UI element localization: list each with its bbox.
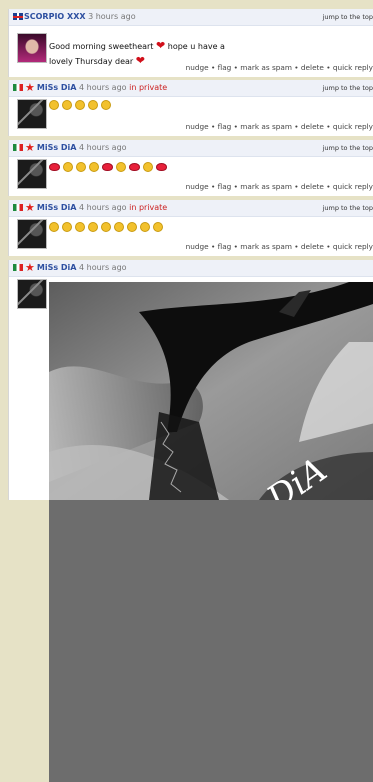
comment-post-3: ★ MiSs DiA 4 hours ago jump to the top nu… xyxy=(8,140,373,196)
message-part: Good morning sweetheart xyxy=(49,42,154,51)
comment-header: ★ MiSs DiA 4 hours ago in private jump to… xyxy=(9,200,373,217)
wink-emoji-icon xyxy=(116,162,126,172)
emoji-row xyxy=(49,100,114,111)
timestamp: 4 hours ago xyxy=(79,83,127,92)
wink-emoji-icon xyxy=(153,222,163,232)
comment-post-4: ★ MiSs DiA 4 hours ago in private jump to… xyxy=(8,200,373,256)
laughing-emoji-icon xyxy=(62,100,72,110)
laughing-emoji-icon xyxy=(88,222,98,232)
jump-to-top-link[interactable]: jump to the top xyxy=(323,84,373,92)
emoji-row xyxy=(49,162,170,173)
author-link[interactable]: MiSs DiA xyxy=(37,263,77,272)
heart-icon: ❤ xyxy=(156,39,166,52)
avatar[interactable] xyxy=(17,219,47,249)
star-icon: ★ xyxy=(25,141,35,154)
comment-post-1: SCORPIO XXX 3 hours ago jump to the top … xyxy=(8,9,373,77)
private-label: in private xyxy=(129,203,168,212)
author-link[interactable]: MiSs DiA xyxy=(37,83,77,92)
wink-emoji-icon xyxy=(89,162,99,172)
laughing-emoji-icon xyxy=(101,100,111,110)
private-label: in private xyxy=(129,83,168,92)
comment-meta: ★ MiSs DiA 4 hours ago in private xyxy=(13,201,168,214)
kiss-emoji-icon xyxy=(129,163,140,171)
wink-emoji-icon xyxy=(127,222,137,232)
laughing-emoji-icon xyxy=(49,222,59,232)
laughing-emoji-icon xyxy=(62,222,72,232)
star-icon: ★ xyxy=(25,261,35,274)
wink-emoji-icon xyxy=(140,222,150,232)
comment-post-2: ★ MiSs DiA 4 hours ago in private jump to… xyxy=(8,80,373,136)
mexico-flag-icon xyxy=(13,264,23,271)
comment-meta: ★ MiSs DiA 4 hours ago xyxy=(13,141,127,154)
comment-meta: ★ MiSs DiA 4 hours ago xyxy=(13,261,127,274)
timestamp: 4 hours ago xyxy=(79,143,127,152)
comment-meta: ★ MiSs DiA 4 hours ago in private xyxy=(13,81,168,94)
kiss-emoji-icon xyxy=(49,163,60,171)
heart-icon: ❤ xyxy=(135,54,145,67)
comment-header: ★ MiSs DiA 4 hours ago jump to the top xyxy=(9,140,373,157)
emoji-row xyxy=(49,222,166,233)
comment-meta: SCORPIO XXX 3 hours ago xyxy=(13,12,136,22)
comment-actions[interactable]: nudge • flag • mark as spam • delete • q… xyxy=(186,63,373,72)
star-icon: ★ xyxy=(25,201,35,214)
message-part: hope u have a xyxy=(167,42,225,51)
comment-header: ★ MiSs DiA 4 hours ago xyxy=(9,260,373,277)
wink-emoji-icon xyxy=(143,162,153,172)
avatar[interactable] xyxy=(17,33,47,63)
laughing-emoji-icon xyxy=(75,222,85,232)
comment-header: ★ MiSs DiA 4 hours ago in private jump to… xyxy=(9,80,373,97)
jump-to-top-link[interactable]: jump to the top xyxy=(323,204,373,212)
author-link[interactable]: SCORPIO XXX xyxy=(24,12,86,21)
wink-emoji-icon xyxy=(76,162,86,172)
laughing-emoji-icon xyxy=(88,100,98,110)
high-heel-photo: DiA xyxy=(49,282,373,519)
mexico-flag-icon xyxy=(13,144,23,151)
uk-flag-icon xyxy=(13,13,23,20)
author-link[interactable]: MiSs DiA xyxy=(37,143,77,152)
posted-image[interactable]: DiA xyxy=(49,282,373,782)
jump-to-top-link[interactable]: jump to the top xyxy=(323,144,373,152)
laughing-emoji-icon xyxy=(114,222,124,232)
jump-to-top-link[interactable]: jump to the top xyxy=(323,13,373,21)
mexico-flag-icon xyxy=(13,84,23,91)
timestamp: 3 hours ago xyxy=(88,12,136,21)
timestamp: 4 hours ago xyxy=(79,263,127,272)
comment-post-5: ★ MiSs DiA 4 hours ago DiA xyxy=(8,260,373,782)
laughing-emoji-icon xyxy=(75,100,85,110)
kiss-emoji-icon xyxy=(102,163,113,171)
laughing-emoji-icon xyxy=(49,100,59,110)
avatar[interactable] xyxy=(17,279,47,309)
star-icon: ★ xyxy=(25,81,35,94)
message-part: lovely Thursday dear xyxy=(49,57,134,66)
author-link[interactable]: MiSs DiA xyxy=(37,203,77,212)
wink-emoji-icon xyxy=(63,162,73,172)
mexico-flag-icon xyxy=(13,204,23,211)
comment-header: SCORPIO XXX 3 hours ago jump to the top xyxy=(9,9,373,26)
comment-actions[interactable]: nudge • flag • mark as spam • delete • q… xyxy=(186,242,373,251)
comment-actions[interactable]: nudge • flag • mark as spam • delete • q… xyxy=(186,122,373,131)
laughing-emoji-icon xyxy=(101,222,111,232)
comment-actions[interactable]: nudge • flag • mark as spam • delete • q… xyxy=(186,182,373,191)
avatar[interactable] xyxy=(17,99,47,129)
kiss-emoji-icon xyxy=(156,163,167,171)
avatar[interactable] xyxy=(17,159,47,189)
timestamp: 4 hours ago xyxy=(79,203,127,212)
